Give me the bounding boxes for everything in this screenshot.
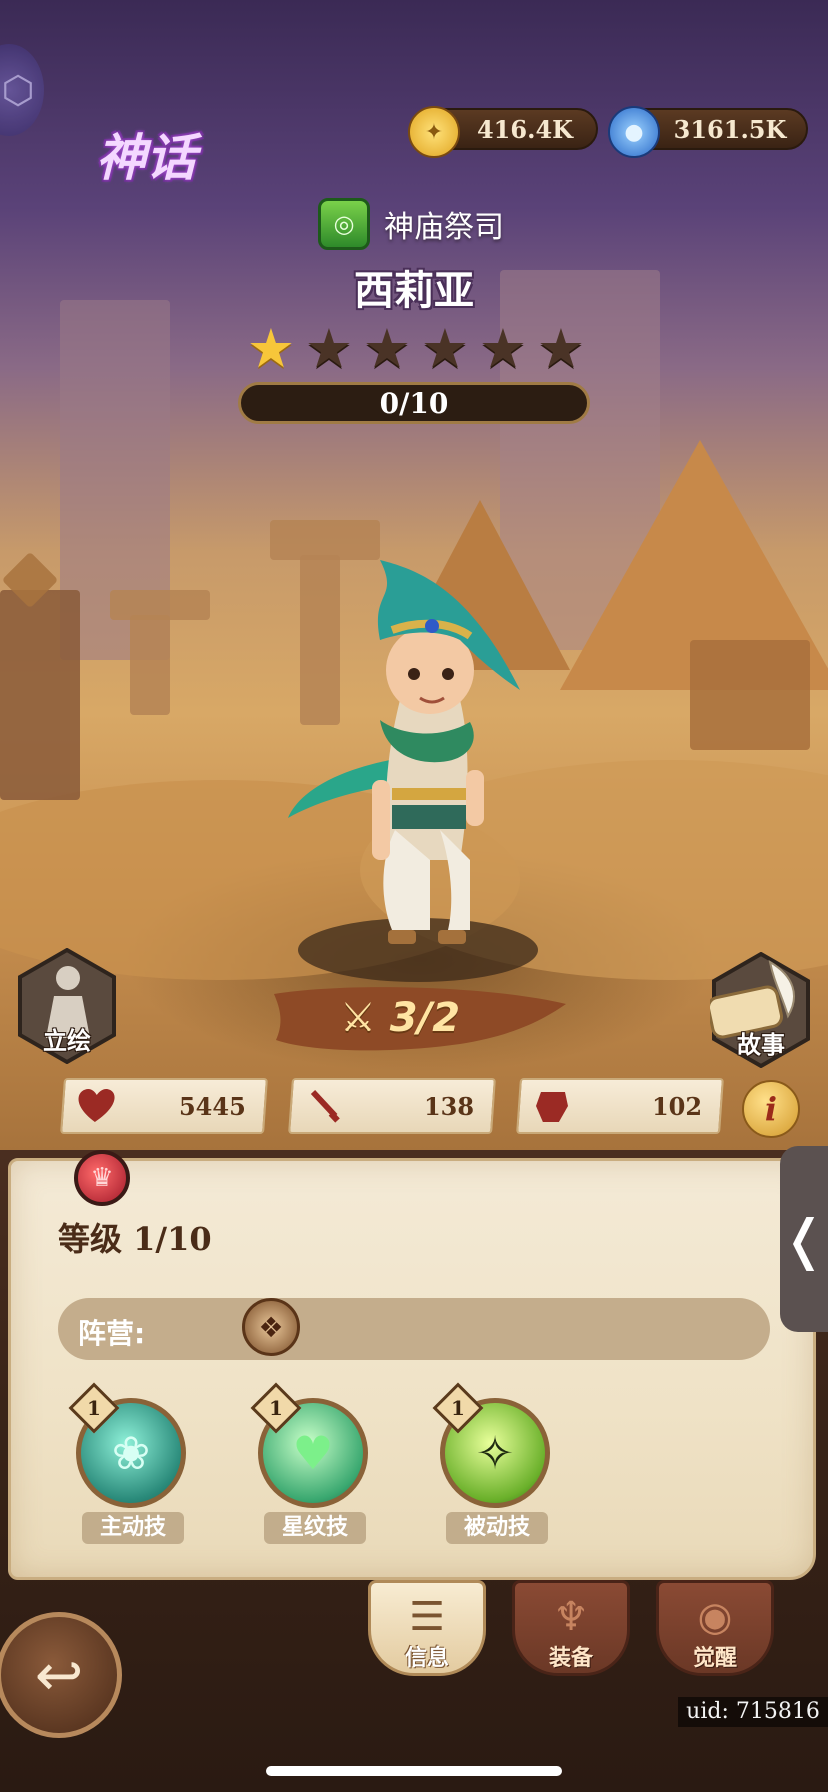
stat-defense: 102 xyxy=(516,1078,724,1134)
power-value: ⚔ 3/2 xyxy=(340,995,460,1041)
story-button[interactable]: 故事 xyxy=(706,951,812,1069)
heart-icon xyxy=(78,1089,115,1122)
tab-label: 信息 xyxy=(404,1646,449,1671)
tab-info[interactable]: ☰ 信息 xyxy=(368,1580,486,1690)
back-button[interactable]: ↩ xyxy=(0,1612,122,1738)
faction-emblem-icon[interactable]: ❖ xyxy=(242,1298,300,1356)
eye-icon: ◉ xyxy=(697,1594,733,1640)
skill-active[interactable]: ❀ 1 主动技 xyxy=(68,1382,194,1550)
tab-awaken[interactable]: ◉ 觉醒 xyxy=(656,1580,774,1690)
wings-icon: ☰ xyxy=(409,1594,445,1640)
skill-passive[interactable]: ✧ 1 被动技 xyxy=(432,1382,558,1550)
crossed-swords-icon: ⚔ xyxy=(340,995,376,1041)
home-indicator[interactable] xyxy=(266,1766,562,1776)
sword-icon xyxy=(310,1090,340,1123)
info-icon: i xyxy=(764,1090,778,1128)
tab-label: 装备 xyxy=(548,1646,593,1671)
skill-name: 被动技 xyxy=(446,1512,548,1544)
skill-star[interactable]: ♥ 1 星纹技 xyxy=(250,1382,376,1550)
back-arrow-icon: ↩ xyxy=(34,1641,84,1709)
info-button[interactable]: i xyxy=(742,1080,800,1138)
skill-name: 主动技 xyxy=(82,1512,184,1544)
level-value: 1/10 xyxy=(133,1220,212,1258)
hp-value: 5445 xyxy=(179,1092,246,1121)
faction-label: 阵营: xyxy=(78,1317,146,1350)
skill-level: 1 xyxy=(269,1396,283,1420)
faction-row: 阵营: ❖ xyxy=(58,1298,770,1360)
skill-level: 1 xyxy=(87,1396,101,1420)
chevron-left-icon: ❬ xyxy=(781,1207,827,1271)
level-label: 等级 xyxy=(58,1220,123,1258)
skill-level: 1 xyxy=(451,1396,465,1420)
stat-hp: 5445 xyxy=(60,1078,268,1134)
attack-value: 138 xyxy=(423,1092,474,1121)
hero-character xyxy=(288,560,538,982)
defense-value: 102 xyxy=(651,1092,702,1121)
shield-icon xyxy=(536,1092,568,1122)
story-label: 故事 xyxy=(737,1031,785,1059)
hero-level: 等级 1/10 xyxy=(58,1214,212,1260)
portrait-button[interactable]: 立绘 xyxy=(16,947,118,1065)
trident-icon: ♆ xyxy=(553,1594,589,1640)
portrait-label: 立绘 xyxy=(43,1027,91,1055)
stat-attack: 138 xyxy=(288,1078,496,1134)
power-number: 3/2 xyxy=(389,995,461,1041)
level-badge-icon: ♛ xyxy=(74,1150,130,1206)
collapse-panel-tab[interactable]: ❬ xyxy=(780,1146,828,1332)
tab-equipment[interactable]: ♆ 装备 xyxy=(512,1580,630,1690)
user-id: uid: 715816 xyxy=(678,1697,828,1727)
skill-name: 星纹技 xyxy=(264,1512,366,1544)
tab-label: 觉醒 xyxy=(692,1646,737,1671)
